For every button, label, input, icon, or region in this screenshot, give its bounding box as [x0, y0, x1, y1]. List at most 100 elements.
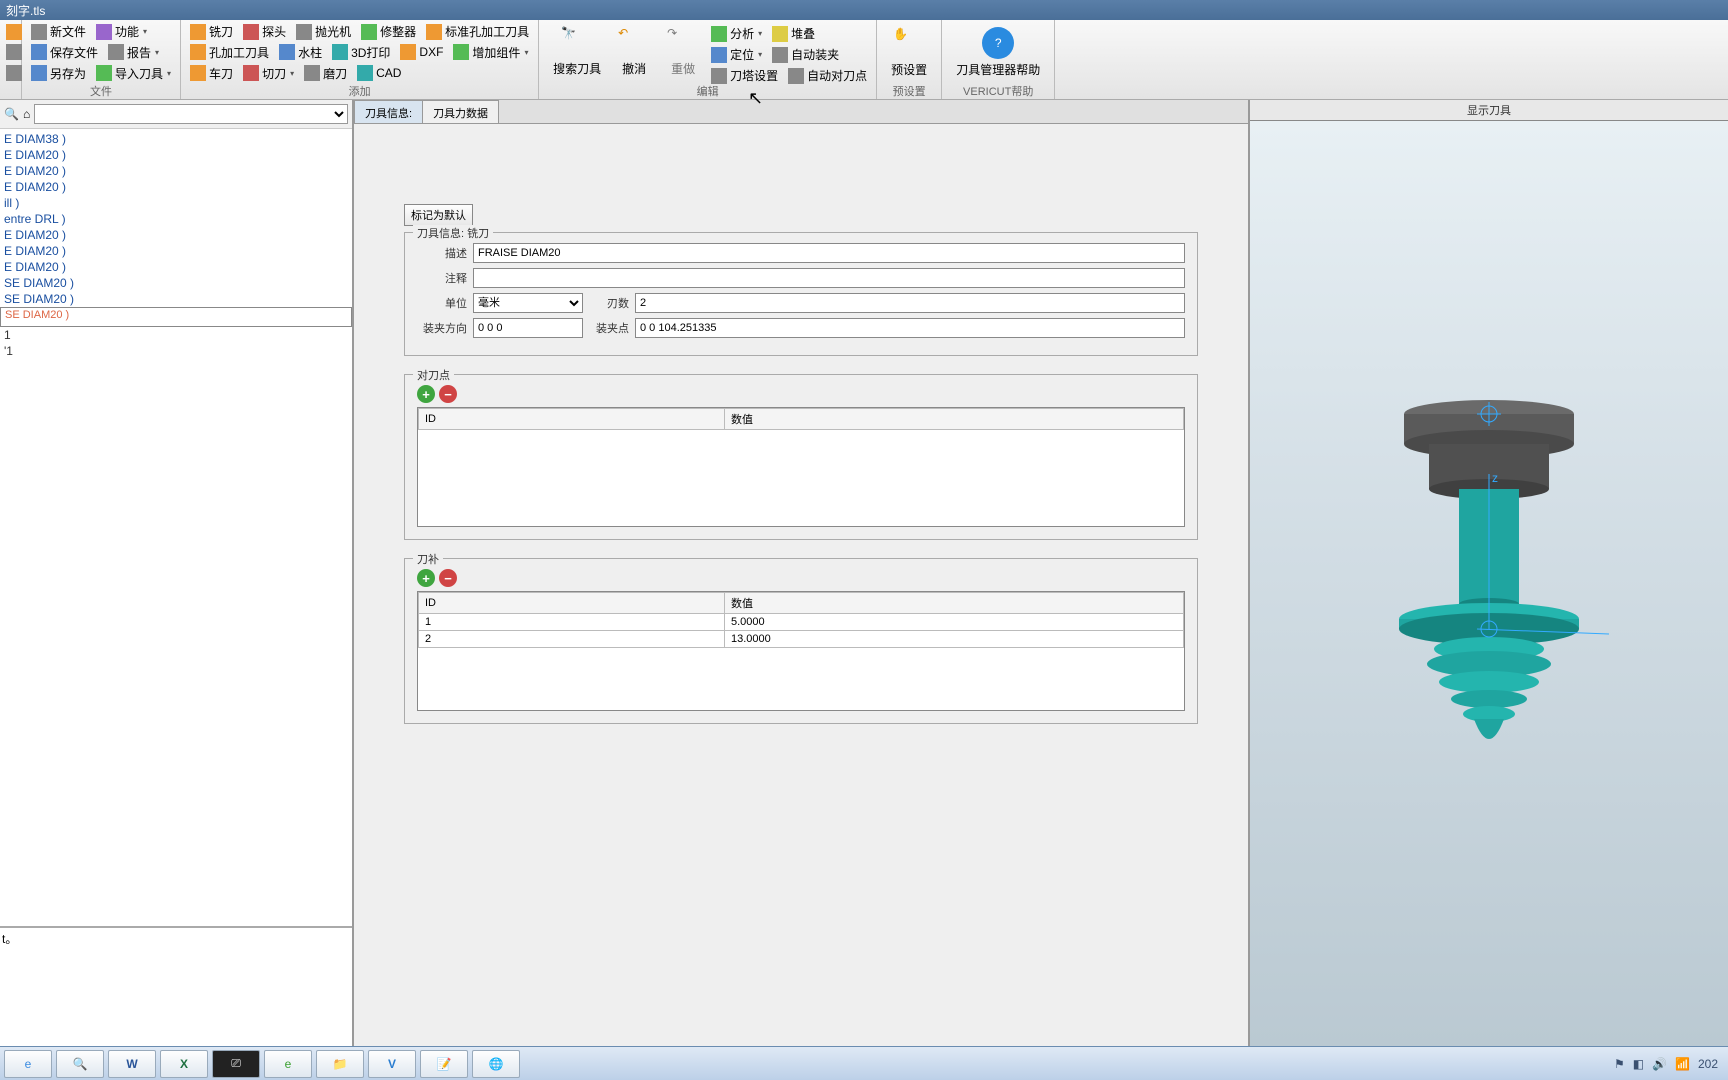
tree-item[interactable]: ill ) [0, 195, 352, 211]
desc-input[interactable] [473, 243, 1185, 263]
cad-button[interactable]: CAD [354, 64, 404, 82]
tool-tree[interactable]: E DIAM38 )E DIAM20 )E DIAM20 )E DIAM20 )… [0, 129, 352, 926]
3dprint-button[interactable]: 3D打印 [329, 43, 393, 62]
polish-button[interactable]: 抛光机 [293, 22, 354, 41]
add-comp-button[interactable]: 增加组件▾ [450, 43, 531, 62]
lathe-button[interactable]: 车刀 [187, 64, 236, 83]
tab-tool-force[interactable]: 刀具力数据 [422, 100, 499, 123]
tree-item[interactable]: SE DIAM20 ) [0, 291, 352, 307]
table-row[interactable]: 15.0000 [419, 614, 1184, 631]
binoculars-small-icon[interactable]: 🔍 [4, 107, 19, 121]
system-tray[interactable]: ⚑ ◧ 🔊 📶 202 [1614, 1057, 1724, 1071]
locate-button[interactable]: 定位▾ [708, 45, 765, 64]
water-button[interactable]: 水柱 [276, 43, 325, 62]
teeth-input[interactable] [635, 293, 1185, 313]
open-icon[interactable] [6, 24, 22, 40]
binoculars-icon: 🔭 [561, 26, 593, 58]
tree-item[interactable]: SE DIAM20 ) [0, 275, 352, 291]
mill-button[interactable]: 铣刀 [187, 22, 236, 41]
taskbar-excel[interactable]: X [160, 1050, 208, 1078]
tab-tool-info[interactable]: 刀具信息: [354, 100, 423, 123]
autoalign-icon [788, 68, 804, 84]
tray-clock[interactable]: 202 [1698, 1057, 1718, 1071]
undo-button[interactable]: ↶撤消 [610, 22, 658, 81]
search-dropdown[interactable] [34, 104, 348, 124]
doc-icon[interactable] [6, 44, 22, 60]
hole-tool-button[interactable]: 孔加工刀具 [187, 43, 272, 62]
save-as-button[interactable]: 另存为 [28, 64, 89, 83]
comp-add-button[interactable]: + [417, 569, 435, 587]
grind-button[interactable]: 磨刀 [301, 64, 350, 83]
dresser-button[interactable]: 修整器 [358, 22, 419, 41]
std-hole-button[interactable]: 标准孔加工刀具 [423, 22, 532, 41]
cut-button[interactable]: 切刀▾ [240, 64, 297, 83]
edit-group-title: 编辑 [545, 83, 870, 97]
tree-item-selected[interactable]: SE DIAM20 ) [0, 307, 352, 327]
import-icon [96, 65, 112, 81]
dxf-icon [400, 44, 416, 60]
3d-viewport[interactable]: z [1250, 121, 1728, 1046]
help-group-title: VERICUT帮助 [948, 83, 1048, 97]
mark-default-button[interactable]: 标记为默认 [404, 204, 473, 226]
tree-item[interactable]: E DIAM38 ) [0, 131, 352, 147]
taskbar-notepad[interactable]: 📝 [420, 1050, 468, 1078]
main-area: 🔍 ⌂ E DIAM38 )E DIAM20 )E DIAM20 )E DIAM… [0, 100, 1728, 1046]
undo-icon: ↶ [618, 26, 650, 58]
gage-del-button[interactable]: − [439, 385, 457, 403]
tray-flag-icon[interactable]: ⚑ [1614, 1057, 1625, 1071]
comp-del-button[interactable]: − [439, 569, 457, 587]
analysis-button[interactable]: 分析▾ [708, 24, 765, 43]
taskbar-app2[interactable]: 🌐 [472, 1050, 520, 1078]
report-button[interactable]: 报告▾ [105, 43, 162, 62]
turret-icon [711, 68, 727, 84]
new-file-button[interactable]: 新文件 [28, 22, 89, 41]
tray-signal-icon[interactable]: 📶 [1675, 1057, 1690, 1071]
table-row[interactable]: 213.0000 [419, 631, 1184, 648]
taskbar-browser[interactable]: e [264, 1050, 312, 1078]
tree-item[interactable]: E DIAM20 ) [0, 179, 352, 195]
probe-button[interactable]: 探头 [240, 22, 289, 41]
tree-item[interactable]: 1 [0, 327, 352, 343]
taskbar-explorer[interactable]: 📁 [316, 1050, 364, 1078]
tree-item[interactable]: E DIAM20 ) [0, 163, 352, 179]
note-input[interactable] [473, 268, 1185, 288]
preset-button[interactable]: ✋预设置 [883, 23, 935, 82]
help-button[interactable]: ?刀具管理器帮助 [948, 23, 1048, 82]
redo-button[interactable]: ↷重做 [659, 22, 707, 81]
function-button[interactable]: 功能▾ [93, 22, 150, 41]
tree-item[interactable]: '1 [0, 343, 352, 359]
search-tool-button[interactable]: 🔭搜索刀具 [545, 22, 609, 81]
point-input[interactable] [635, 318, 1185, 338]
probe-icon [243, 24, 259, 40]
import-tool-button[interactable]: 导入刀具▾ [93, 64, 174, 83]
tray-volume-icon[interactable]: 🔊 [1652, 1057, 1667, 1071]
tree-item[interactable]: E DIAM20 ) [0, 259, 352, 275]
tree-item[interactable]: E DIAM20 ) [0, 227, 352, 243]
redo-icon: ↷ [667, 26, 699, 58]
unit-select[interactable]: 毫米 [473, 293, 583, 313]
dxf-button[interactable]: DXF [397, 43, 446, 61]
taskbar-magnifier[interactable]: 🔍 [56, 1050, 104, 1078]
tree-item[interactable]: E DIAM20 ) [0, 243, 352, 259]
tray-network-icon[interactable]: ◧ [1633, 1057, 1644, 1071]
add-group-title: 添加 [187, 83, 532, 97]
unit-label: 单位 [417, 295, 467, 311]
taskbar-app1[interactable]: ⎚ [212, 1050, 260, 1078]
title-text: 刻字.tls [6, 2, 45, 19]
locate-icon [711, 47, 727, 63]
taskbar-ie[interactable]: e [4, 1050, 52, 1078]
page-icon[interactable] [6, 65, 22, 81]
taskbar-vericut[interactable]: V [368, 1050, 416, 1078]
stack-button[interactable]: 堆叠 [769, 24, 818, 43]
gage-table-wrap[interactable]: ID数值 [417, 407, 1185, 527]
auto-clamp-button[interactable]: 自动装夹 [769, 45, 842, 64]
comp-legend: 刀补 [413, 551, 443, 567]
taskbar-word[interactable]: W [108, 1050, 156, 1078]
home-icon[interactable]: ⌂ [23, 107, 30, 121]
orient-input[interactable] [473, 318, 583, 338]
tree-item[interactable]: entre DRL ) [0, 211, 352, 227]
gage-add-button[interactable]: + [417, 385, 435, 403]
tree-item[interactable]: E DIAM20 ) [0, 147, 352, 163]
comp-table-wrap[interactable]: ID数值 15.0000213.0000 [417, 591, 1185, 711]
save-file-button[interactable]: 保存文件 [28, 43, 101, 62]
